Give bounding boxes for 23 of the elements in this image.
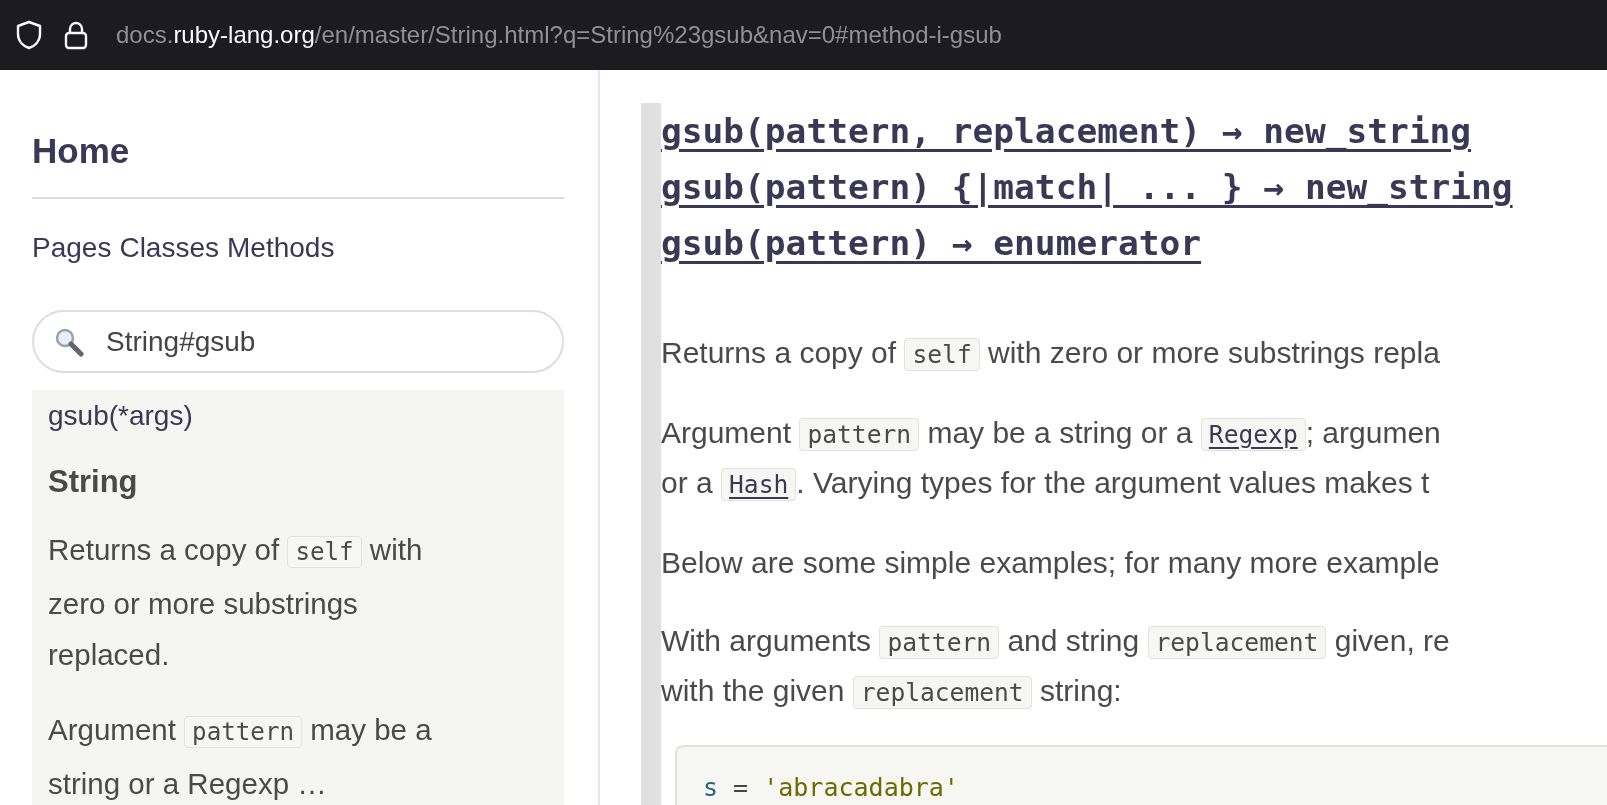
code-link[interactable]: Regexp (1200, 418, 1306, 451)
search-field[interactable]: String#gsub (32, 310, 564, 373)
search-result[interactable]: gsub(*args) String Returns a copy of self with zero or more substrings replaced. Argument pattern may be a string or a Regexp … (32, 390, 564, 805)
shield-icon[interactable] (16, 20, 42, 50)
code-block: s = 'abracadabra' (675, 745, 1607, 805)
paragraph-text: Argument pattern may be a string or a Regexp … (48, 712, 432, 802)
paragraph-text: Below are some simple examples; for many more example (661, 545, 1441, 581)
lock-icon[interactable] (64, 20, 88, 50)
method-link[interactable]: gsub(*args) (48, 400, 193, 432)
home-link[interactable]: Home (32, 131, 130, 171)
code-link[interactable]: Hash (721, 468, 797, 501)
nav-link[interactable]: Methods (227, 232, 335, 264)
paragraph-text: Returns a copy of self with zero or more substrings repla (661, 335, 1441, 373)
nav-link[interactable]: Pages (32, 232, 112, 264)
class-name: String (48, 464, 138, 500)
method-signature[interactable]: gsub(pattern) → enumerator (661, 215, 1202, 271)
paragraph-text: Returns a copy of self with zero or more substrings replaced. (48, 532, 423, 673)
nav-link[interactable]: Classes (119, 232, 219, 264)
paragraph-text: With arguments pattern and string replacement given, re with the given replacement string: (661, 623, 1451, 711)
method-signature[interactable]: gsub(pattern, replacement) → new_string (661, 103, 1472, 159)
paragraph-text: Argument pattern may be a string or a Regexp ; argumen or a Hash . Varying types for the argument values makes t (661, 415, 1442, 503)
search-icon (54, 327, 84, 357)
method-signature[interactable]: gsub(pattern) {|match| ... } → new_string (661, 159, 1513, 215)
